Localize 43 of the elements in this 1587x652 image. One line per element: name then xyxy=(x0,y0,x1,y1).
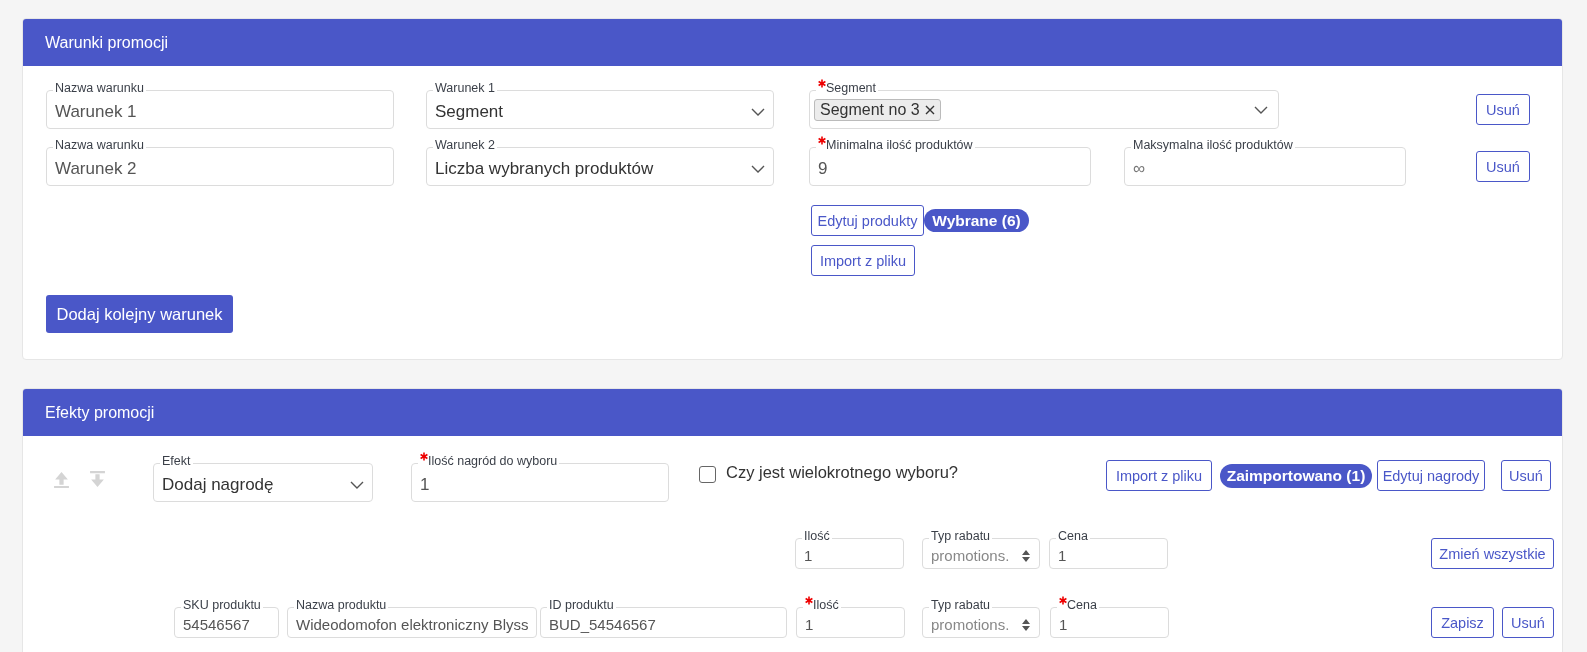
required-icon xyxy=(818,136,826,145)
save-button[interactable]: Zapisz xyxy=(1431,607,1494,638)
edit-rewards-button[interactable]: Edytuj nagrody xyxy=(1377,460,1485,491)
required-icon xyxy=(818,79,826,88)
remove-button[interactable]: Usuń xyxy=(1476,94,1530,125)
remove-button[interactable]: Usuń xyxy=(1501,460,1551,491)
tag-chip[interactable]: Segment no 3 xyxy=(814,98,941,121)
imported-count-badge: Zaimportowano (1) xyxy=(1220,464,1372,488)
close-icon[interactable] xyxy=(924,104,935,115)
field-label: SKU produktu xyxy=(183,598,261,612)
field-label: Cena xyxy=(1058,529,1088,543)
field-label: Nazwa warunku xyxy=(55,138,144,152)
add-condition-button[interactable]: Dodaj kolejny warunek xyxy=(46,295,233,333)
chevron-down-icon xyxy=(751,164,765,173)
checkbox[interactable] xyxy=(699,466,716,483)
field-label: Maksymalna ilość produktów xyxy=(1133,138,1293,152)
field-label: Nazwa warunku xyxy=(55,81,144,95)
panel-title: Warunki promocji xyxy=(45,33,168,52)
required-icon xyxy=(420,452,428,461)
import-button[interactable]: Import z pliku xyxy=(1106,460,1212,491)
chevron-down-icon xyxy=(350,480,364,489)
import-button[interactable]: Import z pliku xyxy=(811,245,915,276)
field-label: Typ rabatu xyxy=(931,598,991,612)
required-icon xyxy=(805,596,813,605)
field-label: Nazwa produktu xyxy=(296,598,387,612)
chevron-down-icon xyxy=(751,107,765,116)
field-label: Ilość xyxy=(804,529,830,543)
field-label: Efekt xyxy=(162,454,191,468)
selected-count-badge: Wybrane (6) xyxy=(924,209,1029,232)
chevron-down-icon xyxy=(1254,105,1268,114)
sort-arrows-icon xyxy=(1021,548,1031,563)
change-all-button[interactable]: Zmień wszystkie xyxy=(1431,538,1554,569)
field-label: ID produktu xyxy=(549,598,614,612)
field-label: Typ rabatu xyxy=(931,529,991,543)
remove-button[interactable]: Usuń xyxy=(1476,151,1530,182)
edit-products-button[interactable]: Edytuj produkty xyxy=(811,205,924,236)
required-icon xyxy=(1059,596,1067,605)
sort-arrows-icon xyxy=(1021,617,1031,632)
checkbox-label[interactable]: Czy jest wielokrotnego wyboru? xyxy=(726,463,959,482)
field-label: Warunek 1 xyxy=(435,81,495,95)
field-label: Warunek 2 xyxy=(435,138,495,152)
remove-button[interactable]: Usuń xyxy=(1502,607,1554,638)
panel-title: Efekty promocji xyxy=(45,403,155,422)
